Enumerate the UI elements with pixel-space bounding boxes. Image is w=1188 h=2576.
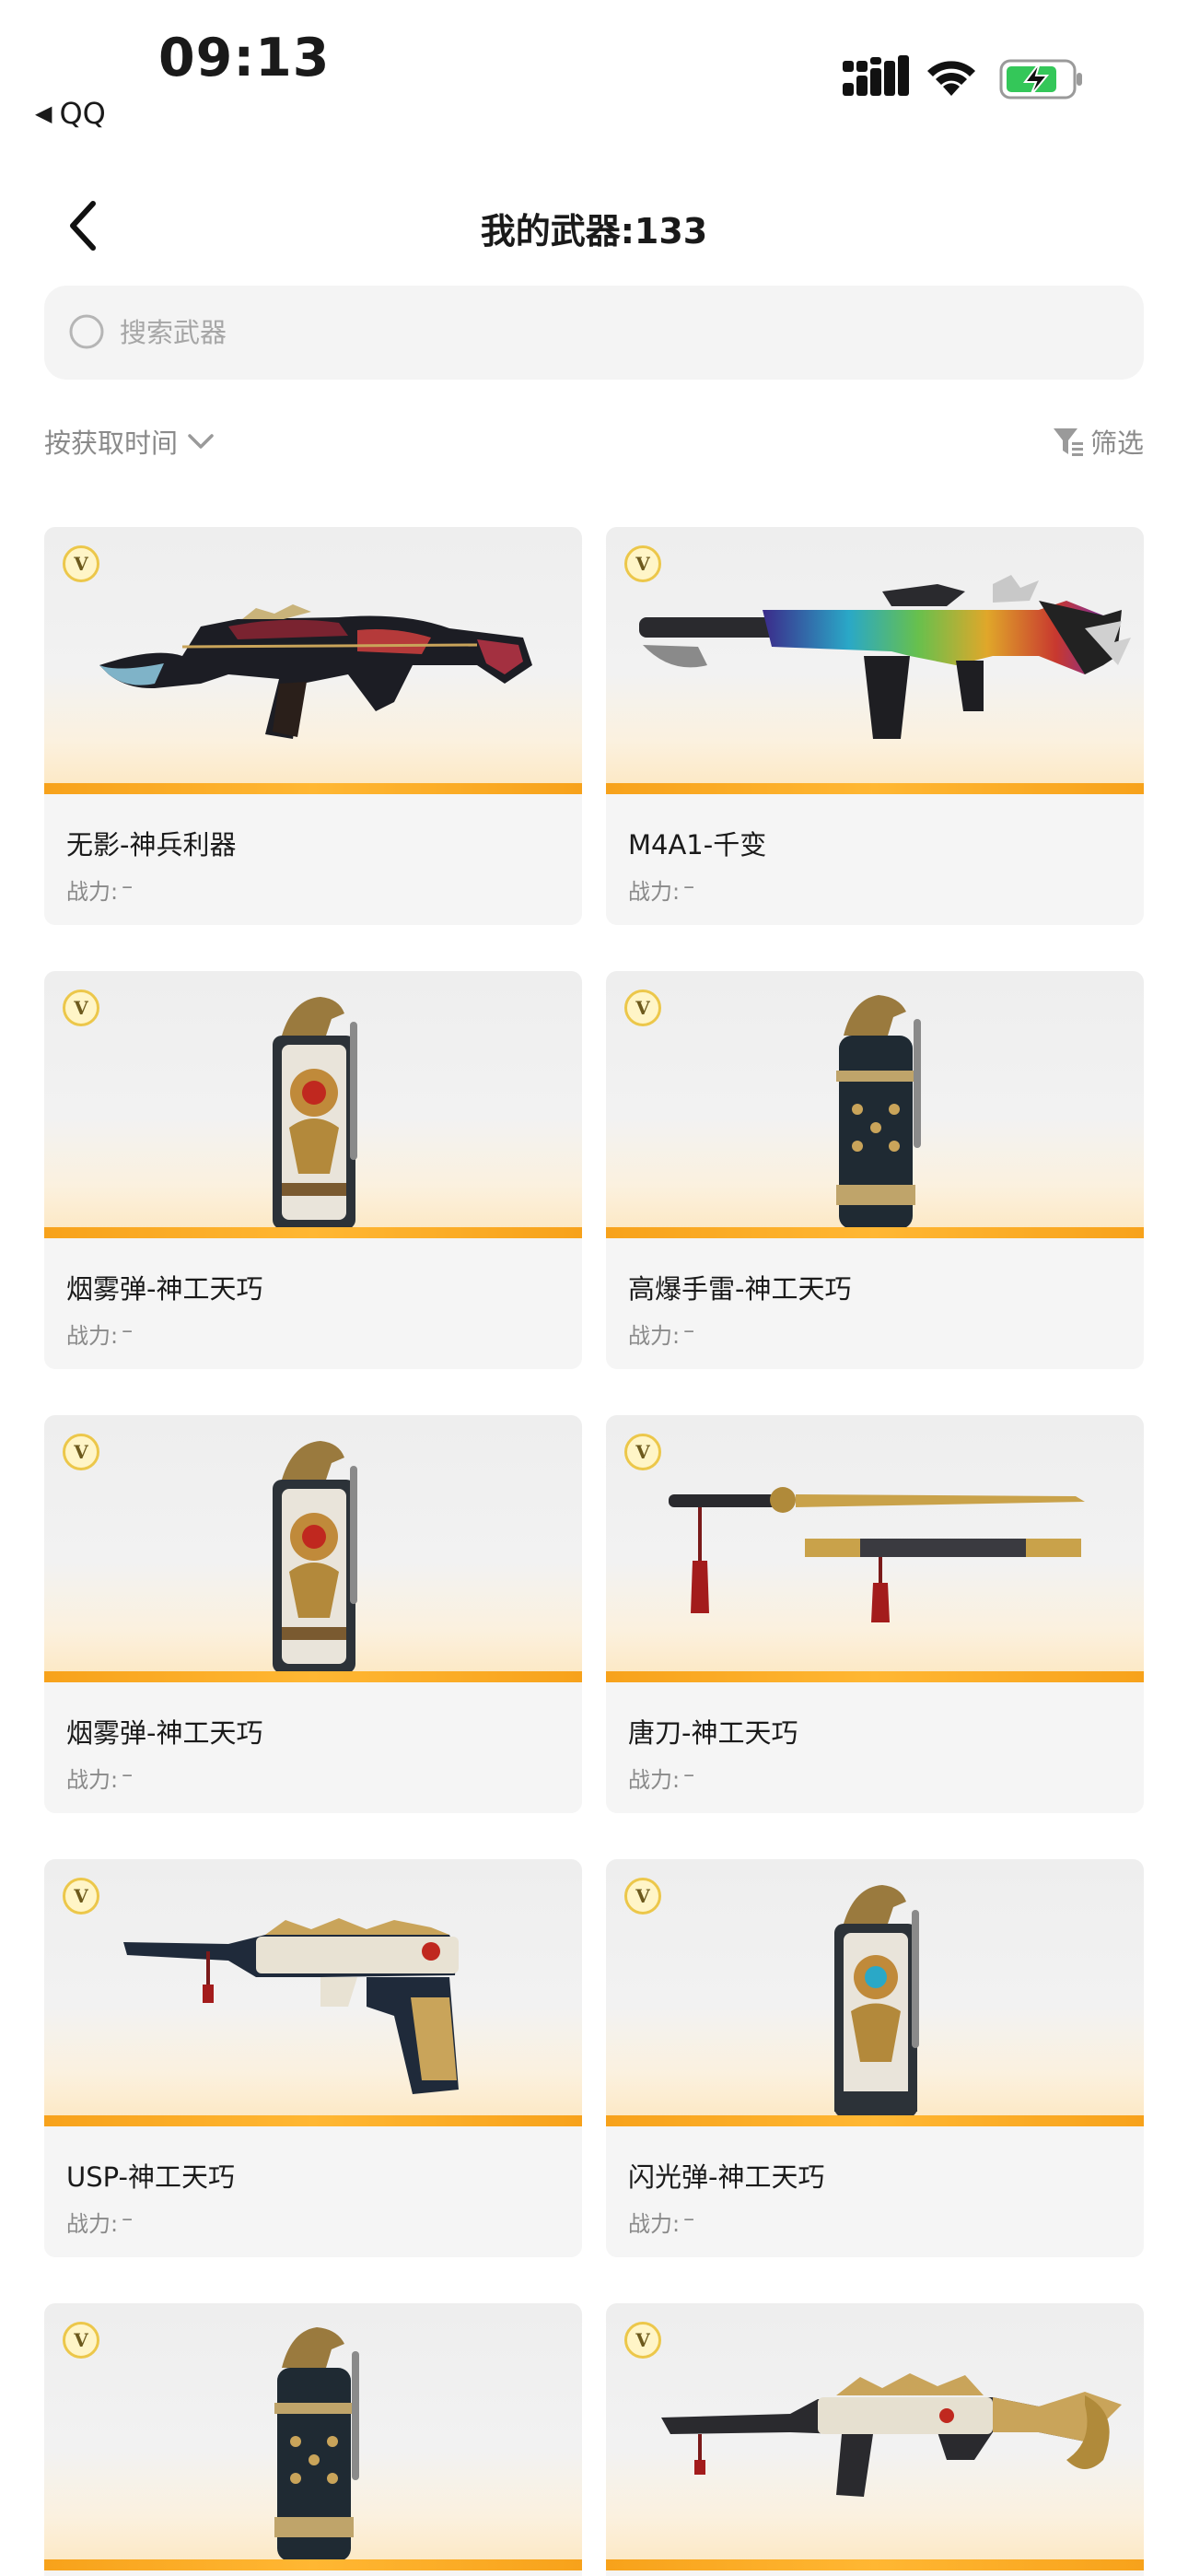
he-grenade-icon <box>274 2327 359 2561</box>
weapon-power: 战力: – <box>628 1317 694 1350</box>
weapon-card[interactable]: V 烟雾弹-神工天巧 战力: – <box>44 971 582 1369</box>
power-label: 战力: <box>66 2211 119 2237</box>
chevron-down-icon <box>188 434 214 449</box>
rifle-dark-icon <box>99 604 532 739</box>
weapon-card[interactable]: V <box>606 527 1144 925</box>
status-bar: 09:13 ◀ QQ <box>0 0 1188 138</box>
search-input[interactable] <box>120 317 949 348</box>
v-badge-icon: V <box>63 545 99 582</box>
weapon-image: V <box>44 1415 582 1682</box>
power-label: 战力: <box>628 1323 681 1349</box>
power-value: – <box>122 2206 134 2231</box>
weapon-power: 战力: – <box>66 2206 133 2238</box>
weapon-power: 战力: – <box>66 1317 133 1350</box>
smoke-grenade-icon <box>273 997 357 1229</box>
weapon-name: 闪光弹-神工天巧 <box>628 2161 825 2193</box>
v-badge-icon: V <box>624 1878 661 1914</box>
filter-icon <box>1053 428 1083 456</box>
power-value: – <box>122 1317 134 1343</box>
v-badge-icon: V <box>624 2322 661 2359</box>
back-app-label: QQ <box>59 96 106 131</box>
rifle-rainbow-icon <box>639 575 1131 739</box>
weapon-image: V <box>606 527 1144 794</box>
back-to-app-button[interactable]: ◀ QQ <box>35 96 106 131</box>
weapons-page: 09:13 ◀ QQ 我的武器:133 搜索武器 按获取时间 筛选 V 无影-神… <box>0 0 1188 2576</box>
rifle-gold-icon <box>661 2373 1122 2497</box>
power-label: 战力: <box>66 879 119 905</box>
weapon-card[interactable]: V <box>606 2303 1144 2576</box>
v-badge-icon: V <box>624 989 661 1026</box>
power-value: – <box>683 1317 695 1343</box>
weapon-power: 战力: – <box>628 873 694 906</box>
weapon-card[interactable]: V <box>44 2303 582 2576</box>
weapon-power: 战力: – <box>628 1762 694 1794</box>
weapon-image: V <box>44 1859 582 2126</box>
tang-sword-icon <box>669 1487 1085 1622</box>
weapon-card[interactable]: V 烟雾弹-神工天巧 战力: – <box>44 1415 582 1813</box>
sort-dropdown[interactable]: 按获取时间 <box>44 422 215 461</box>
power-label: 战力: <box>628 2211 681 2237</box>
weapon-image: V <box>606 1415 1144 1682</box>
search-icon <box>69 314 104 349</box>
power-label: 战力: <box>628 1767 681 1793</box>
weapon-name: M4A1-千变 <box>628 829 767 861</box>
weapon-image: V <box>44 2303 582 2570</box>
he-grenade-icon <box>836 995 921 1229</box>
weapon-power: 战力: – <box>628 2206 694 2238</box>
weapon-card[interactable]: V 闪光弹-神工天巧 战力: – <box>606 1859 1144 2257</box>
weapon-image: V <box>44 971 582 1238</box>
status-time: 09:13 <box>158 28 331 88</box>
weapon-image: V <box>606 971 1144 1238</box>
signal-icon <box>843 55 909 96</box>
v-badge-icon: V <box>63 1878 99 1914</box>
weapon-image: V <box>606 2303 1144 2570</box>
weapon-power: 战力: – <box>66 1762 133 1794</box>
power-label: 战力: <box>628 879 681 905</box>
power-value: – <box>122 873 134 899</box>
weapon-name: 无影-神兵利器 <box>66 829 237 861</box>
filter-label: 筛选 <box>1089 427 1144 459</box>
v-badge-icon: V <box>63 1434 99 1470</box>
pistol-icon <box>123 1918 459 2094</box>
power-label: 战力: <box>66 1767 119 1793</box>
weapon-card[interactable]: V 高爆手雷-神工天巧 战力: – <box>606 971 1144 1369</box>
power-label: 战力: <box>66 1323 119 1349</box>
weapon-name: 唐刀-神工天巧 <box>628 1717 798 1749</box>
filter-button[interactable]: 筛选 <box>1052 422 1144 461</box>
nav-header: 我的武器:133 <box>0 175 1188 276</box>
sort-label: 按获取时间 <box>44 427 179 459</box>
weapon-image: V <box>44 527 582 794</box>
weapon-name: USP-神工天巧 <box>66 2161 235 2193</box>
wifi-icon <box>927 61 975 96</box>
weapon-card[interactable]: V USP-神工天巧 战力: – <box>44 1859 582 2257</box>
weapon-name: 烟雾弹-神工天巧 <box>66 1273 263 1305</box>
power-value: – <box>683 2206 695 2231</box>
page-title: 我的武器:133 <box>480 211 708 252</box>
v-badge-icon: V <box>63 2322 99 2359</box>
power-value: – <box>683 873 695 899</box>
v-badge-icon: V <box>624 1434 661 1470</box>
battery-charging-icon <box>999 59 1082 100</box>
weapon-card[interactable]: V 唐刀-神工天巧 战力: – <box>606 1415 1144 1813</box>
weapon-image: V <box>606 1859 1144 2126</box>
weapon-power: 战力: – <box>66 873 133 906</box>
flash-grenade-icon <box>834 1885 919 2117</box>
v-badge-icon: V <box>63 989 99 1026</box>
search-bar[interactable] <box>44 286 1144 380</box>
smoke-grenade-icon <box>273 1441 357 1673</box>
weapon-name: 烟雾弹-神工天巧 <box>66 1717 263 1749</box>
weapon-card[interactable]: V 无影-神兵利器 战力: – <box>44 527 582 925</box>
weapon-name: 高爆手雷-神工天巧 <box>628 1273 852 1305</box>
v-badge-icon: V <box>624 545 661 582</box>
triangle-left-icon: ◀ <box>35 100 52 126</box>
power-value: – <box>683 1762 695 1787</box>
power-value: – <box>122 1762 134 1787</box>
weapon-grid: V 无影-神兵利器 战力: – V M4A1-千变 战力: – V 烟雾弹-神工… <box>44 527 1144 2576</box>
